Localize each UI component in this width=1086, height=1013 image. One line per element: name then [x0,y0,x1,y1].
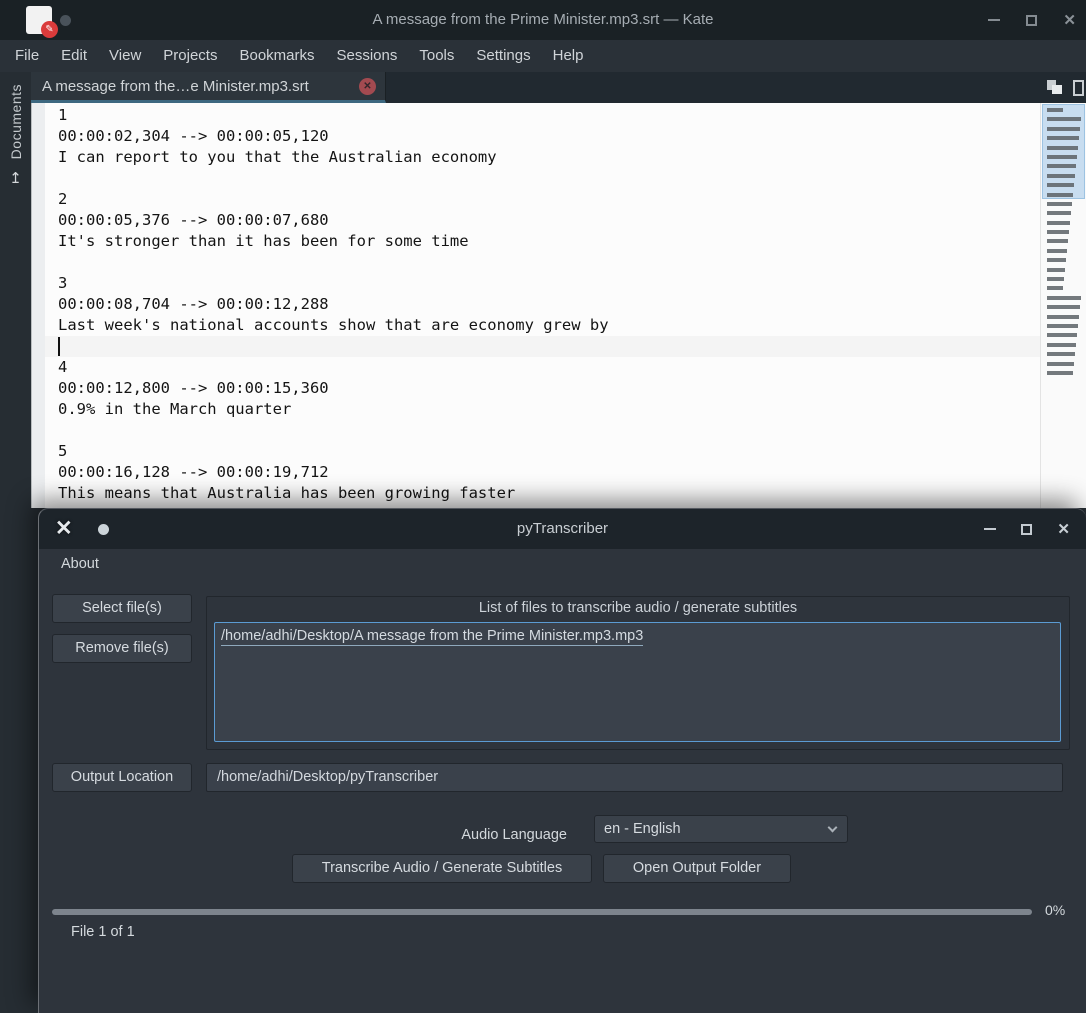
menu-tools[interactable]: Tools [408,40,465,72]
desktop: ✎ A message from the Prime Minister.mp3.… [0,0,1086,1013]
menu-view[interactable]: View [98,40,152,72]
text-cursor [58,337,60,356]
documents-stack-icon[interactable] [1047,80,1063,95]
chevron-down-icon [827,822,838,833]
editor-line: 4 [58,358,68,376]
kate-window-title: A message from the Prime Minister.mp3.sr… [372,11,714,28]
editor-line: 00:00:12,800 --> 00:00:15,360 [58,379,329,397]
editor-line: 00:00:16,128 --> 00:00:19,712 [58,463,329,481]
tab-close-icon[interactable]: ✕ [359,77,376,95]
audio-language-select[interactable]: en - English [594,815,848,843]
editor-minimap[interactable] [1040,103,1086,508]
document-tab[interactable]: A message from the…e Minister.mp3.srt ✕ [31,72,386,103]
menu-about[interactable]: About [53,549,107,579]
output-location-button[interactable]: Output Location [52,763,192,792]
open-output-folder-button[interactable]: Open Output Folder [603,854,791,883]
kate-close-icon[interactable]: ✕ [1063,13,1076,28]
sidebar-item-documents[interactable]: Documents [8,84,24,159]
menu-bookmarks[interactable]: Bookmarks [228,40,325,72]
pytranscriber-close-icon[interactable]: ✕ [1057,522,1070,537]
editor-line: 1 [58,106,68,124]
transcribe-button[interactable]: Transcribe Audio / Generate Subtitles [292,854,592,883]
editor-lines: 1 00:00:02,304 --> 00:00:05,120 I can repo… [45,105,1040,504]
file-count-label: File 1 of 1 [71,924,135,940]
editor-line: 0.9% in the March quarter [58,400,292,418]
menu-settings[interactable]: Settings [465,40,541,72]
select-files-button[interactable]: Select file(s) [52,594,192,623]
editor-line: This means that Australia has been growi… [58,484,516,502]
up-arrow-icon: ↥ [9,170,22,188]
pytranscriber-titlebar[interactable]: ✕ pyTranscriber ✕ [39,509,1086,549]
editor-line: 2 [58,190,68,208]
minimap-rows [1047,108,1081,380]
file-list-group-title: List of files to transcribe audio / gene… [478,600,798,616]
output-location-field[interactable]: /home/adhi/Desktop/pyTranscriber [206,763,1063,792]
pytranscriber-window: ✕ pyTranscriber ✕ About Select file(s) R… [38,508,1086,1013]
menu-sessions[interactable]: Sessions [326,40,409,72]
editor-line: 00:00:05,376 --> 00:00:07,680 [58,211,329,229]
editor-line [45,336,1040,357]
editor-line: 00:00:02,304 --> 00:00:05,120 [58,127,329,145]
file-list[interactable]: /home/adhi/Desktop/A message from the Pr… [214,622,1061,742]
editor-line: 5 [58,442,68,460]
text-editor[interactable]: 1 00:00:02,304 --> 00:00:05,120 I can repo… [31,103,1086,508]
editor-line: It's stronger than it has been for some … [58,232,469,250]
kate-minimize-icon[interactable] [988,19,1001,21]
kate-titlebar[interactable]: ✎ A message from the Prime Minister.mp3.… [0,0,1086,40]
kate-menubar: File Edit View Projects Bookmarks Sessio… [0,40,1086,72]
document-tab-label: A message from the…e Minister.mp3.srt [42,77,309,95]
editor-line: Last week's national accounts show that … [58,316,609,334]
pytranscriber-menubar: About [39,549,1086,579]
menu-edit[interactable]: Edit [50,40,98,72]
editor-icon-border [32,103,45,508]
progress-percent: 0% [1045,902,1066,918]
remove-files-button[interactable]: Remove file(s) [52,634,192,663]
documents-sidebar: Documents ↥ [0,72,31,1013]
editor-line: 3 [58,274,68,292]
kate-tabbar: A message from the…e Minister.mp3.srt ✕ [0,72,1086,103]
audio-language-label: Audio Language [461,827,567,843]
new-document-icon[interactable] [1073,79,1084,96]
editor-line: 00:00:08,704 --> 00:00:12,288 [58,295,329,313]
kate-maximize-icon[interactable] [1026,14,1038,26]
file-list-groupbox: List of files to transcribe audio / gene… [206,596,1070,750]
progress-bar [52,909,1032,915]
audio-language-selected-value: en - English [604,821,681,837]
pytranscriber-minimize-icon[interactable] [984,528,997,530]
pytranscriber-maximize-icon[interactable] [1021,523,1033,535]
file-list-item[interactable]: /home/adhi/Desktop/A message from the Pr… [221,628,644,646]
menu-projects[interactable]: Projects [152,40,228,72]
pytranscriber-window-title: pyTranscriber [516,520,609,537]
menu-help[interactable]: Help [542,40,595,72]
menu-file[interactable]: File [4,40,50,72]
editor-line: I can report to you that the Australian … [58,148,497,166]
